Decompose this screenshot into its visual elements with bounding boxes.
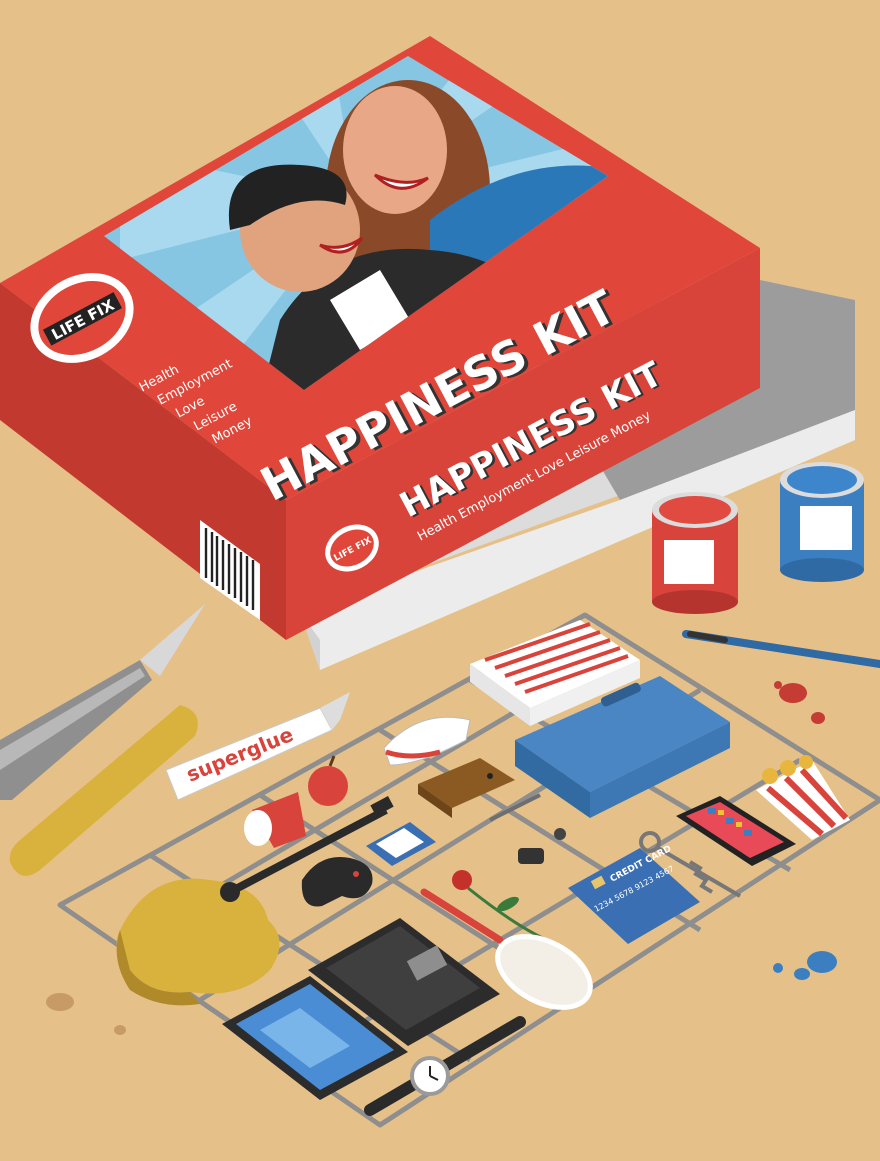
red-paint-can <box>652 492 738 614</box>
woman-face <box>343 86 447 214</box>
illustration-scene: LIFE FIX Health Employment Love Leisure … <box>0 0 880 1161</box>
blue-paint-can <box>780 462 864 582</box>
